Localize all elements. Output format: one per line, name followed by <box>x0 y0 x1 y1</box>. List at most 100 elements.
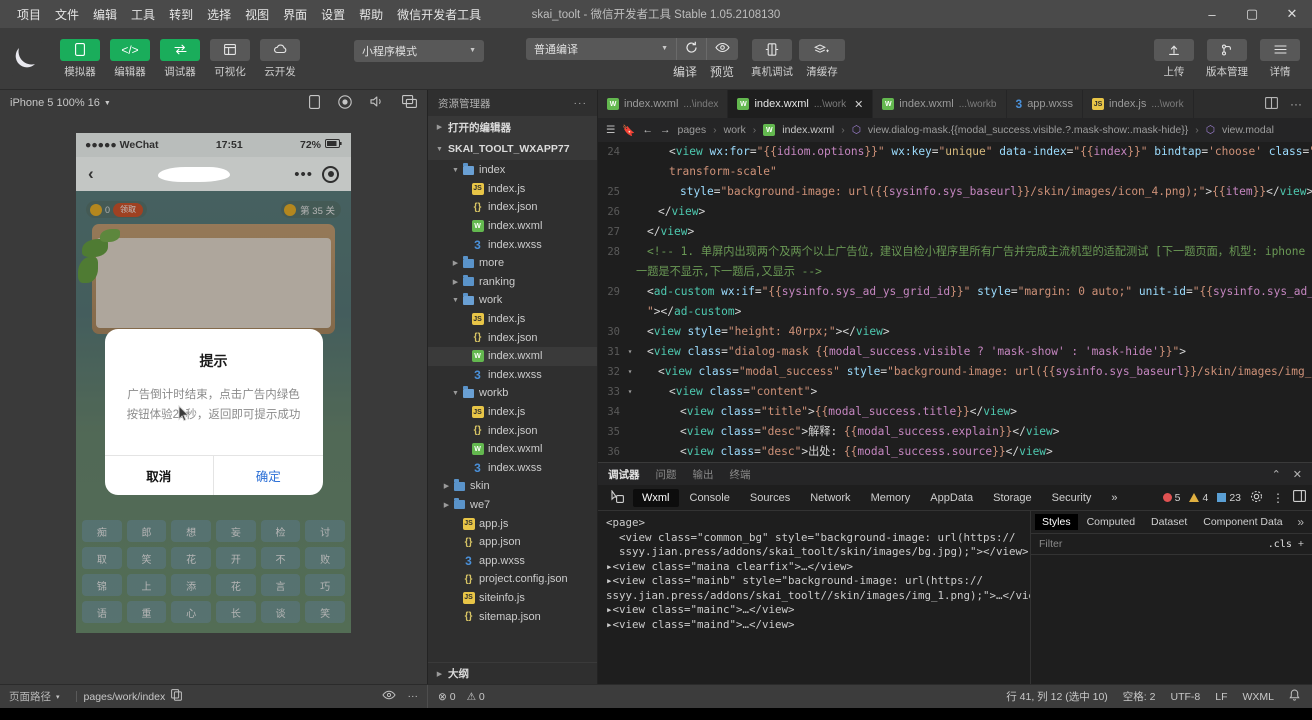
dialog-cancel-button[interactable]: 取消 <box>105 456 214 496</box>
split-editor-icon[interactable] <box>1265 96 1278 112</box>
menu-item-settings[interactable]: 设置 <box>314 3 352 26</box>
tree-item-siteinfo-js[interactable]: JS siteinfo.js <box>428 589 597 608</box>
toolbar-simulator-button[interactable]: 模拟器 <box>58 38 102 79</box>
sound-icon[interactable] <box>370 95 384 111</box>
styles-tab-componentdata[interactable]: Component Data <box>1196 514 1289 530</box>
encoding-setting[interactable]: UTF-8 <box>1170 691 1200 703</box>
minimize-button[interactable]: – <box>1192 0 1232 28</box>
panel-tab-output[interactable]: 输出 <box>693 467 714 482</box>
close-icon[interactable]: ✕ <box>1293 468 1302 481</box>
close-circle-icon[interactable] <box>322 165 339 183</box>
record-icon[interactable] <box>338 94 352 112</box>
devtools-tab-memory[interactable]: Memory <box>862 489 920 507</box>
add-rule-button[interactable]: + <box>1298 538 1304 550</box>
breadcrumb-part-dialogmask[interactable]: view.dialog-mask.{{modal_success.visible… <box>868 124 1188 136</box>
devtools-tab-storage[interactable]: Storage <box>984 489 1041 507</box>
editor-tab[interactable]: W index.wxml ...\workb <box>873 90 1007 118</box>
menu-item-interface[interactable]: 界面 <box>276 3 314 26</box>
styles-tab-styles[interactable]: Styles <box>1035 514 1078 530</box>
status-diagnostics[interactable]: ⊗ 0 ⚠ 0 <box>428 691 495 703</box>
more-icon[interactable]: ··· <box>408 690 419 703</box>
fold-toggle-icon[interactable]: ▾ <box>624 342 636 362</box>
breadcrumb-part-modal[interactable]: view.modal <box>1222 124 1274 136</box>
menu-item-devtools[interactable]: 微信开发者工具 <box>390 3 488 26</box>
version-control-button[interactable]: 版本管理 <box>1202 38 1252 79</box>
details-button[interactable]: 详情 <box>1258 38 1302 79</box>
breadcrumb-part-pages[interactable]: pages <box>678 124 707 136</box>
project-root-section[interactable]: ▼ SKAI_TOOLT_WXAPP77 <box>428 138 597 160</box>
tree-item-index-js[interactable]: JS index.js <box>428 403 597 422</box>
toolbar-editor-button[interactable]: </> 编辑器 <box>108 38 152 79</box>
panel-tab-problems[interactable]: 问题 <box>656 467 677 482</box>
error-indicator[interactable]: ⊗ 0 <box>438 691 456 703</box>
upload-button[interactable]: 上传 <box>1152 38 1196 79</box>
open-editors-section[interactable]: ▶ 打开的编辑器 <box>428 116 597 138</box>
wxml-tree-line[interactable]: <view class="common_bg" style="backgroun… <box>606 531 1030 546</box>
mode-select[interactable]: 小程序模式 ▼ <box>354 39 484 62</box>
editor-tab[interactable]: JS index.js ...\work <box>1083 90 1194 118</box>
styles-tab-computed[interactable]: Computed <box>1080 514 1142 530</box>
toolbar-cloud-button[interactable]: 云开发 <box>258 38 302 79</box>
breadcrumb-part-file[interactable]: index.wxml <box>782 124 834 136</box>
menu-item-view[interactable]: 视图 <box>238 3 276 26</box>
devtools-tab-sources[interactable]: Sources <box>741 489 799 507</box>
more-icon[interactable]: ··· <box>574 97 588 109</box>
tree-item-index-json[interactable]: {} index.json <box>428 421 597 440</box>
tree-item-index-wxss[interactable]: 3 index.wxss <box>428 459 597 478</box>
tree-item-sitemap-json[interactable]: {} sitemap.json <box>428 607 597 626</box>
devtools-tab-network[interactable]: Network <box>801 489 859 507</box>
tree-item-project-config-json[interactable]: {} project.config.json <box>428 570 597 589</box>
info-badge[interactable]: 23 <box>1217 492 1241 504</box>
copy-icon[interactable] <box>171 689 183 704</box>
close-tab-icon[interactable]: ✕ <box>854 98 863 111</box>
tree-item-index-wxss[interactable]: 3 index.wxss <box>428 366 597 385</box>
devtools-tab-console[interactable]: Console <box>681 489 739 507</box>
styles-tab-overflow[interactable]: » <box>1297 515 1308 529</box>
tree-item-index-wxml[interactable]: Windex.wxml <box>428 346 597 366</box>
more-icon[interactable]: ••• <box>294 167 313 182</box>
tree-item-index-wxss[interactable]: 3 index.wxss <box>428 235 597 254</box>
tree-item-index[interactable]: ▼ index <box>428 161 597 180</box>
menu-item-edit[interactable]: 编辑 <box>86 3 124 26</box>
outline-section[interactable]: ▶ 大纲 <box>428 662 597 684</box>
tree-item-app-wxss[interactable]: 3 app.wxss <box>428 551 597 570</box>
devtools-tab-security[interactable]: Security <box>1043 489 1101 507</box>
page-path-selector[interactable]: 页面路径 ▾ <box>0 685 69 708</box>
menu-icon[interactable]: ☰ <box>606 124 615 136</box>
tree-item-index-js[interactable]: JS index.js <box>428 310 597 329</box>
dock-icon[interactable] <box>1293 490 1306 505</box>
panel-tab-debugger[interactable]: 调试器 <box>608 467 640 482</box>
inspect-icon[interactable] <box>604 488 631 506</box>
menu-item-select[interactable]: 选择 <box>200 3 238 26</box>
tree-item-we7[interactable]: ▶ we7 <box>428 496 597 515</box>
menu-item-file[interactable]: 文件 <box>48 3 86 26</box>
bookmark-icon[interactable]: 🔖 <box>622 124 635 137</box>
eye-icon[interactable] <box>381 690 396 703</box>
tree-item-work[interactable]: ▼ work <box>428 291 597 310</box>
dialog-confirm-button[interactable]: 确定 <box>214 456 323 495</box>
wxml-tree-line[interactable]: <page> <box>606 516 1030 531</box>
fold-toggle-icon[interactable]: ▾ <box>624 382 636 402</box>
wxml-tree-view[interactable]: <page> <view class="common_bg" style="ba… <box>598 511 1030 684</box>
tree-item-app-json[interactable]: {} app.json <box>428 533 597 552</box>
wxml-tree-line[interactable]: ssyy.jian.press/addons/skai_toolt//skin/… <box>606 589 1030 604</box>
gear-icon[interactable] <box>1250 490 1263 506</box>
device-debug-button[interactable]: 真机调试 <box>748 38 796 79</box>
back-arrow-icon[interactable]: ← <box>643 124 654 136</box>
devtools-tab-overflow[interactable]: » <box>1102 489 1126 507</box>
breadcrumb-part-work[interactable]: work <box>724 124 746 136</box>
phone-icon[interactable] <box>309 94 320 112</box>
tree-item-more[interactable]: ▶ more <box>428 254 597 273</box>
clear-cache-button[interactable]: 清缓存 <box>796 38 848 79</box>
bell-icon[interactable] <box>1289 688 1300 705</box>
menu-item-help[interactable]: 帮助 <box>352 3 390 26</box>
eol-setting[interactable]: LF <box>1215 691 1227 703</box>
tree-item-ranking[interactable]: ▶ ranking <box>428 273 597 292</box>
tree-item-workb[interactable]: ▼ workb <box>428 384 597 403</box>
wxml-tree-line[interactable]: ▸<view class="mainb" style="background-i… <box>606 574 1030 589</box>
styles-tab-dataset[interactable]: Dataset <box>1144 514 1194 530</box>
tree-item-index-wxml[interactable]: Windex.wxml <box>428 217 597 236</box>
fold-toggle-icon[interactable]: ▾ <box>624 362 636 382</box>
styles-filter-input[interactable]: Filter <box>1039 538 1062 550</box>
tree-item-index-json[interactable]: {} index.json <box>428 198 597 217</box>
